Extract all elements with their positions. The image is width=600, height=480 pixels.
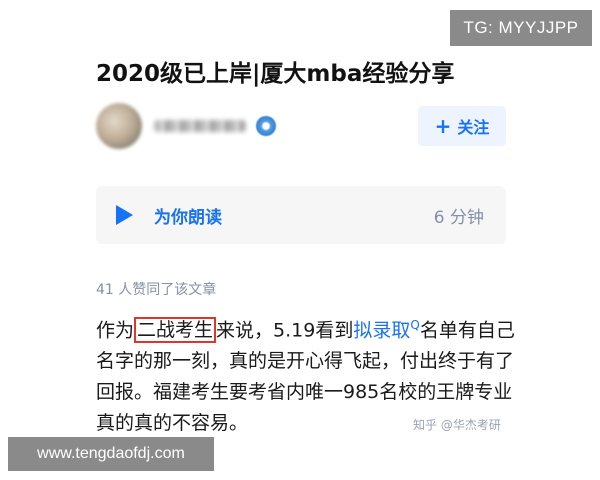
follow-button[interactable]: + 关注 xyxy=(418,106,506,146)
article-title: 2020级已上岸|厦大mba经验分享 xyxy=(96,61,455,87)
highlight-box-text: 二战考生 xyxy=(134,317,217,344)
admission-list-link[interactable]: 拟录取 xyxy=(353,319,410,341)
avatar[interactable] xyxy=(96,103,142,149)
url-watermark-badge: www.tengdaofdj.com xyxy=(8,437,214,471)
play-icon[interactable] xyxy=(116,205,133,225)
read-aloud-label[interactable]: 为你朗读 xyxy=(154,203,222,228)
zhihu-watermark: 知乎 @华杰考研 xyxy=(413,418,501,432)
body-text-part: 作为 xyxy=(96,319,135,342)
read-aloud-card[interactable]: 为你朗读 6 分钟 xyxy=(96,186,506,244)
search-link-icon[interactable]: Q xyxy=(410,318,419,332)
plus-icon: + xyxy=(434,114,452,138)
verified-badge-icon xyxy=(256,116,276,136)
author-row: + 关注 xyxy=(96,100,506,156)
tg-watermark-badge: TG: MYYJJPP xyxy=(450,10,592,46)
follow-button-label: 关注 xyxy=(457,118,490,137)
read-duration: 6 分钟 xyxy=(433,208,484,228)
likes-count: 41 人赞同了该文章 xyxy=(96,282,217,298)
author-name-blurred[interactable] xyxy=(154,120,246,132)
body-text-part: 来说，5.19看到 xyxy=(216,319,354,342)
